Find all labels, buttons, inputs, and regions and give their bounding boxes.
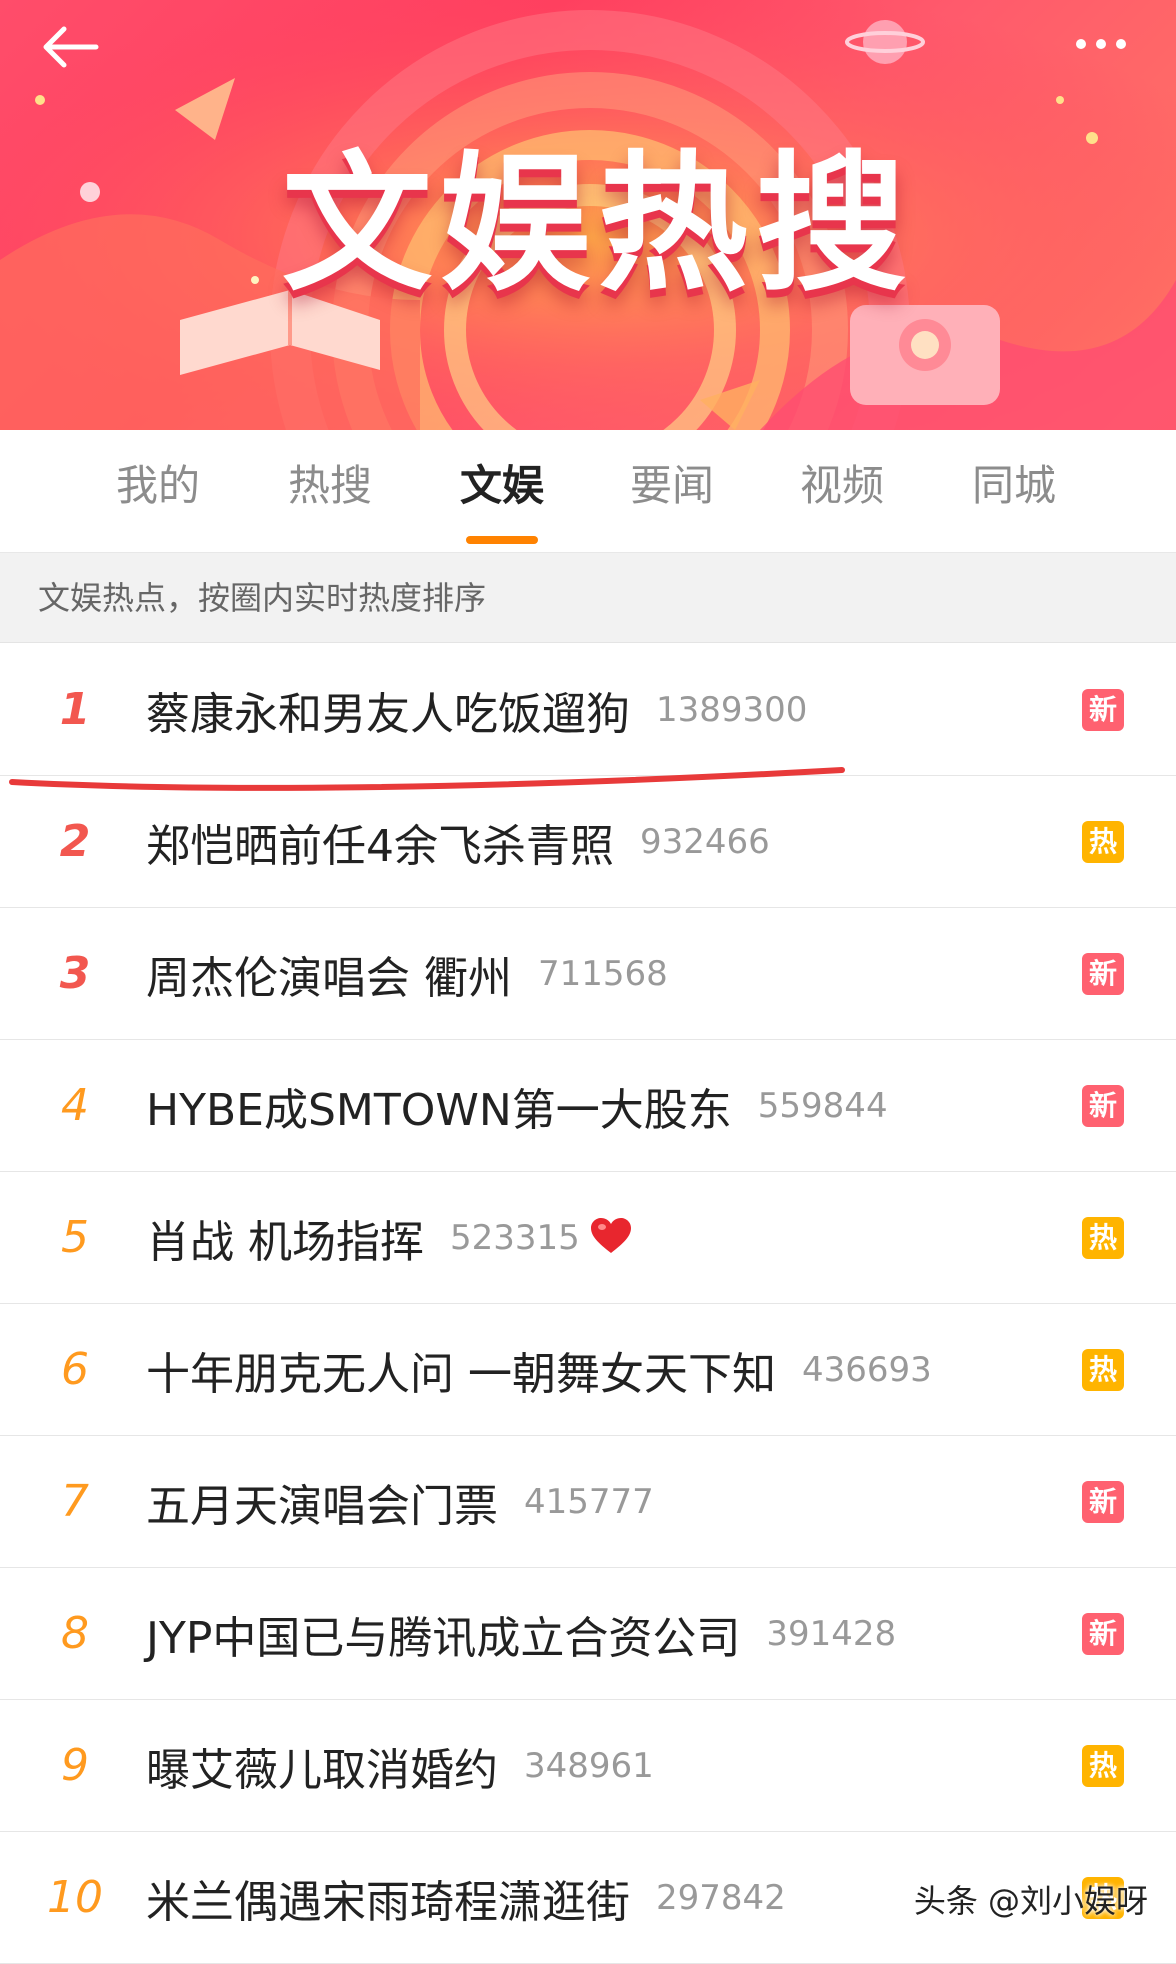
list-item[interactable]: 3 周杰伦演唱会 衢州 711568 新 bbox=[0, 908, 1176, 1040]
rank-number: 3 bbox=[59, 948, 91, 999]
topic-title: 周杰伦演唱会 衢州 bbox=[146, 952, 512, 1004]
list-item[interactable]: 9 曝艾薇儿取消婚约 348961 热 bbox=[0, 1700, 1176, 1832]
rank-number: 5 bbox=[61, 1212, 89, 1263]
banner-title: 文娱热搜 bbox=[281, 138, 914, 312]
rank-number: 1 bbox=[59, 684, 91, 735]
heat-count: 932466 bbox=[640, 821, 770, 862]
heat-count: 523315 bbox=[450, 1217, 580, 1258]
topic-title: 曝艾薇儿取消婚约 bbox=[146, 1744, 498, 1796]
list-item[interactable]: 5 肖战 机场指挥 523315 热 bbox=[0, 1172, 1176, 1304]
tab-hot[interactable]: 热搜 bbox=[270, 458, 390, 514]
tab-active-indicator bbox=[466, 536, 538, 544]
topic-title: HYBE成SMTOWN第一大股东 bbox=[146, 1084, 732, 1136]
badge-hot: 热 bbox=[1082, 820, 1124, 863]
badge-hot: 热 bbox=[1082, 1348, 1124, 1391]
heat-count: 297842 bbox=[656, 1877, 786, 1918]
list-item[interactable]: 1 蔡康永和男友人吃饭遛狗 1389300 新 bbox=[0, 644, 1176, 776]
rank-number: 7 bbox=[61, 1476, 89, 1527]
heat-count: 1389300 bbox=[656, 689, 808, 730]
back-button[interactable] bbox=[30, 12, 110, 82]
list-item[interactable]: 4 HYBE成SMTOWN第一大股东 559844 新 bbox=[0, 1040, 1176, 1172]
badge-new: 新 bbox=[1082, 1612, 1124, 1655]
tab-video[interactable]: 视频 bbox=[782, 458, 902, 514]
banner: 文娱热搜 bbox=[0, 0, 1176, 430]
trending-list: 1 蔡康永和男友人吃饭遛狗 1389300 新 2 郑恺晒前任4余飞杀青照 93… bbox=[0, 644, 1176, 1964]
heat-count: 436693 bbox=[802, 1349, 932, 1390]
heat-count: 415777 bbox=[524, 1481, 654, 1522]
badge-new: 新 bbox=[1082, 1084, 1124, 1127]
list-description: 文娱热点，按圈内实时热度排序 bbox=[0, 553, 1176, 643]
badge-new: 新 bbox=[1082, 952, 1124, 995]
rank-number: 6 bbox=[61, 1344, 89, 1395]
badge-hot: 热 bbox=[1082, 1744, 1124, 1787]
badge-new: 新 bbox=[1082, 688, 1124, 731]
tab-local[interactable]: 同城 bbox=[954, 458, 1074, 514]
topic-title: 五月天演唱会门票 bbox=[146, 1480, 498, 1532]
topic-title: 米兰偶遇宋雨琦程潇逛街 bbox=[146, 1876, 630, 1928]
topic-title: 十年朋克无人问 一朝舞女天下知 bbox=[146, 1348, 776, 1400]
more-button[interactable] bbox=[1056, 14, 1146, 74]
list-item[interactable]: 2 郑恺晒前任4余飞杀青照 932466 热 bbox=[0, 776, 1176, 908]
heat-count: 559844 bbox=[757, 1085, 888, 1126]
rank-number: 10 bbox=[47, 1872, 103, 1923]
list-item[interactable]: 6 十年朋克无人问 一朝舞女天下知 436693 热 bbox=[0, 1304, 1176, 1436]
heart-icon bbox=[590, 1217, 632, 1259]
watermark: 头条 @刘小娱呀 bbox=[913, 1882, 1148, 1920]
heat-count: 348961 bbox=[524, 1745, 654, 1786]
more-dots-icon bbox=[1076, 39, 1086, 49]
rank-number: 9 bbox=[61, 1740, 89, 1791]
tab-mine[interactable]: 我的 bbox=[98, 458, 218, 514]
rank-number: 8 bbox=[61, 1608, 89, 1659]
topic-title: JYP中国已与腾讯成立合资公司 bbox=[146, 1612, 741, 1664]
badge-new: 新 bbox=[1082, 1480, 1124, 1523]
tab-entertainment[interactable]: 文娱 bbox=[442, 458, 562, 514]
list-item[interactable]: 7 五月天演唱会门票 415777 新 bbox=[0, 1436, 1176, 1568]
topic-title: 郑恺晒前任4余飞杀青照 bbox=[146, 820, 614, 872]
tab-news[interactable]: 要闻 bbox=[612, 458, 732, 514]
arrow-left-icon bbox=[43, 26, 99, 68]
heat-count: 711568 bbox=[538, 953, 668, 994]
heat-count: 391428 bbox=[766, 1613, 897, 1654]
topic-title: 蔡康永和男友人吃饭遛狗 bbox=[146, 688, 630, 740]
list-item[interactable]: 8 JYP中国已与腾讯成立合资公司 391428 新 bbox=[0, 1568, 1176, 1700]
topic-title: 肖战 机场指挥 bbox=[146, 1216, 424, 1268]
rank-number: 4 bbox=[61, 1080, 89, 1131]
rank-number: 2 bbox=[59, 816, 91, 867]
badge-hot: 热 bbox=[1082, 1216, 1124, 1259]
tab-bar: 我的 热搜 文娱 要闻 视频 同城 bbox=[0, 430, 1176, 553]
